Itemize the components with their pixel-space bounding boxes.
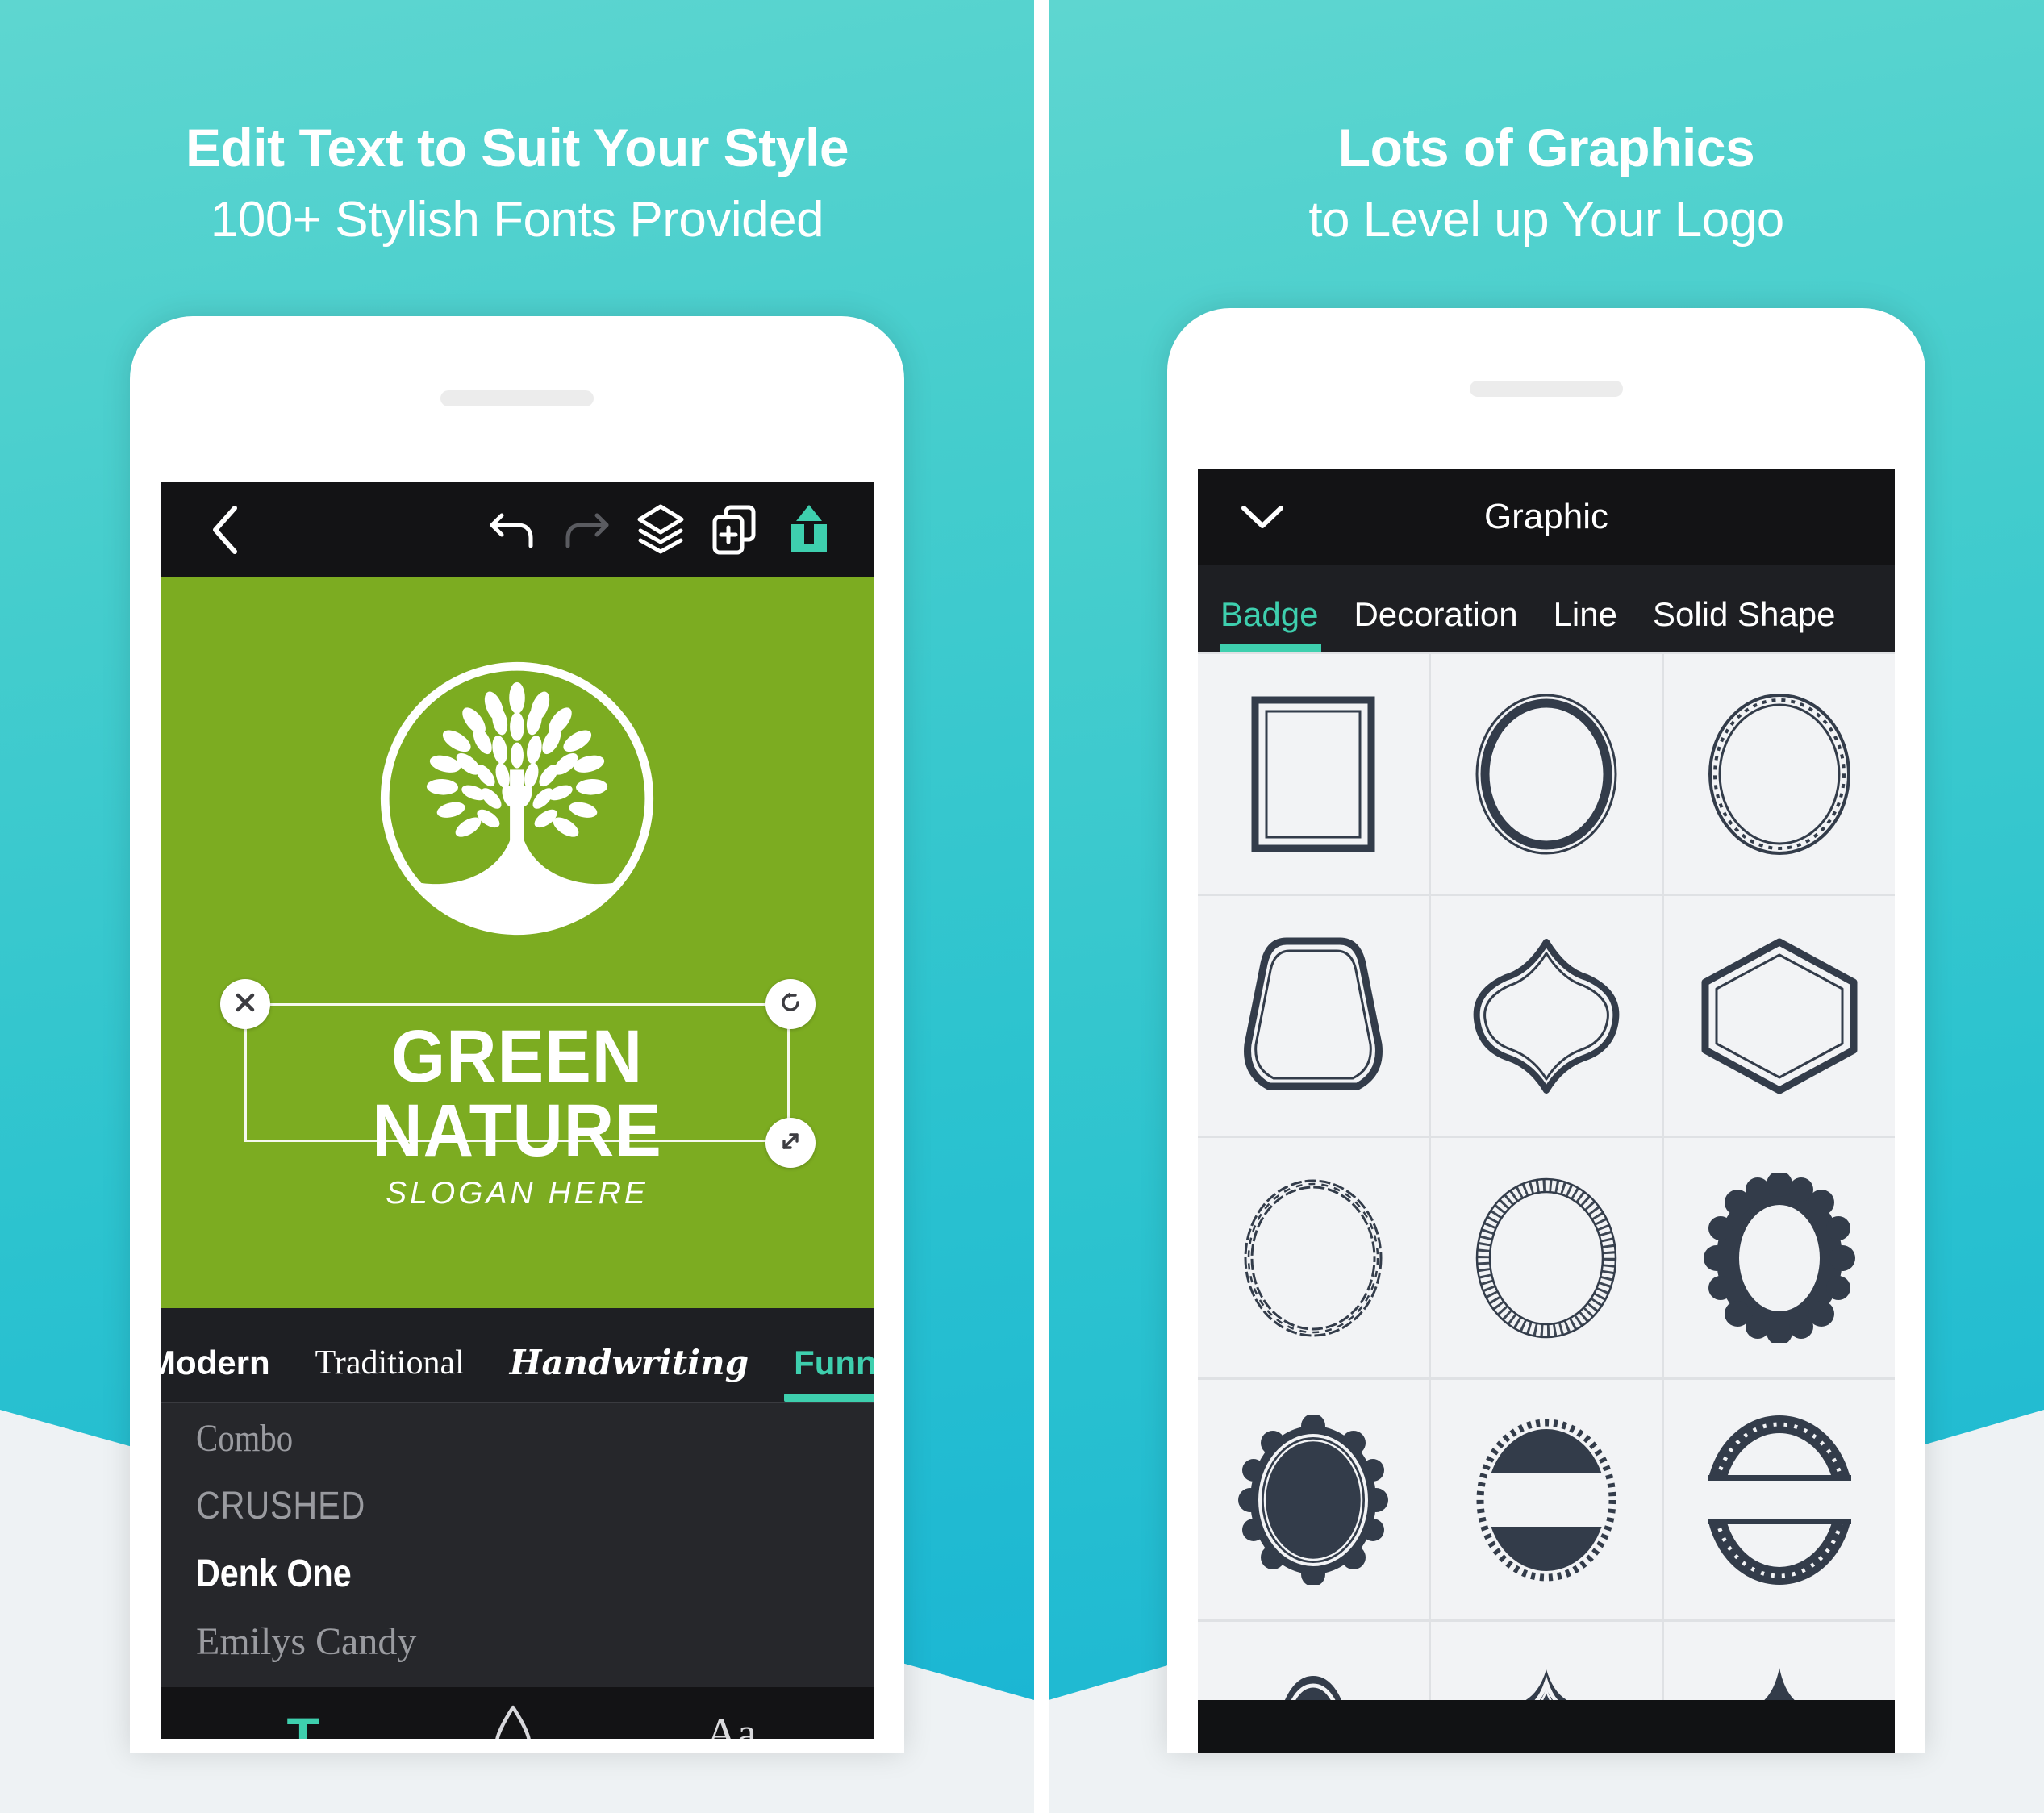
font-list[interactable]: Combo CRUSHED Denk One Emilys Candy Fasc… [161,1403,874,1687]
tab-line[interactable]: Line [1536,595,1635,652]
phone-speaker-grille [1470,381,1623,397]
delete-handle[interactable] [220,979,270,1029]
font-list-item-selected[interactable]: Denk One [196,1542,778,1610]
tab-traditional[interactable]: Traditional [293,1344,487,1402]
double-ring-circle-icon [1470,690,1623,859]
graphic-sheet-header: Graphic [1198,469,1895,565]
graphic-cell[interactable] [1431,896,1662,1136]
graphic-category-tabs: Badge Decoration Line Solid Shape [1198,565,1895,652]
font-list-item[interactable]: Combo [196,1407,772,1474]
text-style-icon: Aa [706,1711,757,1740]
chevron-left-icon [209,505,241,555]
scalloped-solid-ring-icon [1703,1173,1856,1343]
text-tool-icon: T [286,1707,319,1739]
graphic-cell[interactable] [1198,654,1429,894]
tab-handwriting[interactable]: Handwriting [487,1343,771,1402]
redo-icon [561,507,611,552]
graphic-cell[interactable] [1198,896,1429,1136]
layers-icon [636,503,686,556]
editor-screen: GREEN NATURE SLOGAN HERE Modern Traditio… [161,482,874,1739]
graphic-cell[interactable] [1431,1380,1662,1619]
editor-toolbar [161,482,874,577]
hexagon-outline-icon [1699,936,1860,1097]
double-line-rectangle-frame-icon [1249,694,1378,855]
graphic-cell[interactable] [1664,654,1895,894]
tab-solid-shape[interactable]: Solid Shape [1635,595,1854,652]
tree-in-circle-logo[interactable] [373,655,661,942]
undo-button[interactable] [475,493,549,567]
editor-bottom-toolbar: T Aa [161,1687,874,1739]
redo-button[interactable] [549,493,624,567]
graphic-cell[interactable] [1198,1380,1429,1619]
graphic-cell[interactable] [1664,1622,1895,1700]
phone-mockup-left: GREEN NATURE SLOGAN HERE Modern Traditio… [130,316,904,1753]
rotate-icon [778,990,803,1019]
font-list-item[interactable]: Emilys Candy [196,1610,874,1678]
braided-ring-icon [1237,1173,1390,1343]
tab-funny[interactable]: Funny [771,1344,874,1402]
logo-canvas[interactable]: GREEN NATURE SLOGAN HERE [161,577,874,1308]
logo-title: GREEN NATURE [372,1015,662,1172]
resize-handle[interactable] [765,1118,816,1168]
split-arch-dotted-badge-icon [1703,1415,1856,1585]
graphic-cell[interactable] [1431,1138,1662,1377]
graphic-sheet-title: Graphic [1483,497,1609,536]
rope-ring-icon [1470,1173,1623,1343]
phone-mockup-right: Graphic Badge Decoration Line Solid Shap… [1167,308,1925,1753]
rotate-handle[interactable] [765,979,816,1029]
font-list-item[interactable]: Fascinate [196,1678,874,1687]
add-copy-icon [710,504,760,556]
right-headline: Lots of Graphics to Level up Your Logo [1049,0,2044,245]
undo-icon [487,507,537,552]
font-tool-button[interactable]: T [251,1696,356,1739]
tab-badge[interactable]: Badge [1198,595,1336,652]
paint-drop-icon [490,1704,544,1739]
left-headline: Edit Text to Suit Your Style 100+ Stylis… [0,0,1034,245]
graphic-cell[interactable] [1664,1138,1895,1377]
solid-pointed-arch-shape-icon [1707,1661,1852,1700]
export-share-icon [786,503,832,556]
graphic-cell[interactable] [1664,1380,1895,1619]
font-list-item[interactable]: CRUSHED [196,1474,778,1542]
right-headline-line1: Lots of Graphics [1337,118,1755,177]
blob-quatrefoil-outline-icon [1466,936,1627,1097]
dotted-ring-circle-icon [1703,690,1856,859]
graphic-cell[interactable] [1431,1622,1662,1700]
add-duplicate-button[interactable] [698,493,772,567]
logo-slogan: SLOGAN HERE [386,1176,649,1211]
left-headline-line2: 100+ Stylish Fonts Provided [210,192,824,248]
right-feature-panel: Lots of Graphics to Level up Your Logo G… [1049,0,2044,1813]
close-x-icon [234,991,257,1018]
ornate-arch-plaque-icon [1474,1661,1619,1700]
split-banner-dashed-circle-icon [1470,1415,1623,1585]
graphic-cell[interactable] [1198,1138,1429,1377]
graphic-grid [1198,652,1895,1700]
tab-modern[interactable]: Modern [161,1344,293,1402]
export-button[interactable] [772,493,846,567]
layers-button[interactable] [624,493,698,567]
graphic-cell[interactable] [1664,896,1895,1136]
tab-decoration[interactable]: Decoration [1336,595,1535,652]
text-style-tool-button[interactable]: Aa [678,1696,783,1740]
rounded-octagon-outline-icon [1237,932,1390,1101]
font-category-tabs: Modern Traditional Handwriting Funny [161,1308,874,1403]
left-headline-line1: Edit Text to Suit Your Style [185,118,849,177]
color-fill-tool-button[interactable] [465,1696,569,1739]
resize-diagonal-icon [778,1129,803,1157]
back-button[interactable] [188,493,262,567]
phone-speaker-grille [440,390,594,406]
left-feature-panel: Edit Text to Suit Your Style 100+ Stylis… [0,0,1034,1813]
arched-plaque-frame-icon [1245,1661,1382,1700]
logo-text-block[interactable]: GREEN NATURE SLOGAN HERE [251,1019,783,1209]
graphic-cell[interactable] [1431,654,1662,894]
right-headline-line2: to Level up Your Logo [1308,192,1784,248]
marketing-screenshot: Edit Text to Suit Your Style 100+ Stylis… [0,0,2044,1813]
scalloped-solid-badge-icon [1237,1415,1390,1585]
graphic-sheet-screen: Graphic Badge Decoration Line Solid Shap… [1198,469,1895,1753]
graphic-cell[interactable] [1198,1622,1429,1700]
panel-divider [1034,0,1049,1813]
